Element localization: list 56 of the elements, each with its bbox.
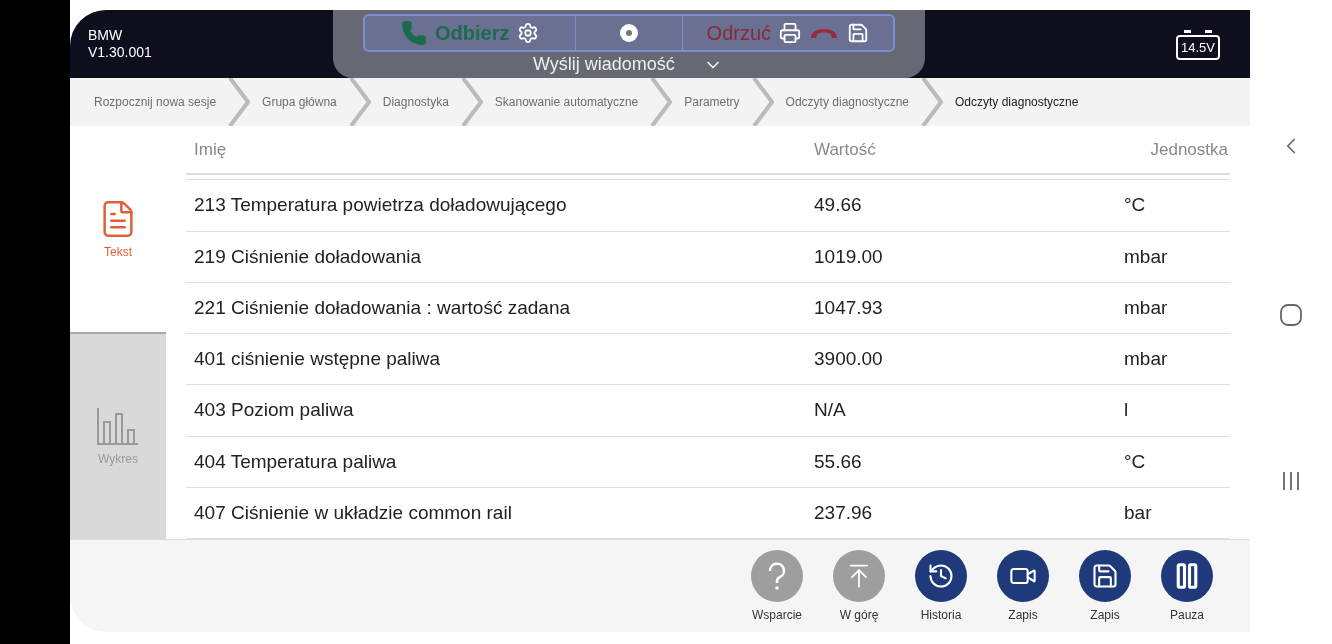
bar-chart-icon xyxy=(96,406,140,447)
table-cell-text: 404 Temperatura paliwa xyxy=(193,450,398,473)
table-cell-text: °C xyxy=(1123,194,1147,217)
table-cell-text: mbar xyxy=(1123,296,1169,319)
toolbar-button[interactable]: Zapis xyxy=(1064,540,1146,632)
home-icon[interactable] xyxy=(1280,304,1302,326)
toolbar-button[interactable]: Pauza xyxy=(1146,540,1228,632)
table-cell-text: 237.96 xyxy=(813,501,874,524)
table-cell-text: mbar xyxy=(1123,245,1169,268)
table-cell-text: 403 Poziom paliwa xyxy=(193,399,355,422)
table-cell-text: mbar xyxy=(1123,348,1169,371)
chevron-icon xyxy=(228,78,251,126)
table-cell-text: 49.66 xyxy=(813,194,863,217)
table-cell-text: 213 Temperatura powietrza doładowującego xyxy=(193,194,568,217)
table-cell-text: 407 Ciśnienie w układzie common rail xyxy=(193,501,513,524)
table-cell-text: bar xyxy=(1123,501,1153,524)
printer-icon[interactable] xyxy=(779,22,802,44)
column-header: Imię xyxy=(193,139,228,160)
chevron-icon xyxy=(348,78,371,126)
record-icon[interactable] xyxy=(619,23,639,43)
recent-apps-icon[interactable] xyxy=(1282,471,1300,492)
tab-label: Wykres xyxy=(98,452,138,467)
hang-up-icon xyxy=(809,26,840,40)
settings-icon[interactable] xyxy=(517,22,540,44)
chevron-icon xyxy=(650,78,673,126)
save-icon xyxy=(1091,562,1119,590)
breadcrumb-item[interactable]: Diagnostyka xyxy=(376,95,455,109)
toolbar-button[interactable]: Historia xyxy=(900,540,982,632)
phone-icon xyxy=(400,20,427,46)
table-cell-text: 3900.00 xyxy=(813,348,884,371)
breadcrumb-item[interactable]: Grupa główna xyxy=(256,95,343,109)
app-version: BMW V1.30.001 xyxy=(88,27,152,61)
breadcrumb-item[interactable]: Odczyty diagnostyczne xyxy=(949,95,1085,109)
breadcrumb-item[interactable]: Rozpocznij nowa sesje xyxy=(88,95,223,109)
column-header: Jednostka xyxy=(1149,139,1229,160)
breadcrumb-item[interactable]: Skanowanie automatyczne xyxy=(488,95,645,109)
table-cell-text: l xyxy=(1123,399,1130,422)
chevron-icon xyxy=(751,78,774,126)
toolbar-button[interactable]: Zapis xyxy=(982,540,1064,632)
chevron-icon xyxy=(460,78,483,126)
table-cell-text: 1047.93 xyxy=(813,296,884,319)
table-cell-text: 1019.00 xyxy=(813,245,884,268)
chevron-icon xyxy=(921,78,943,126)
breadcrumb-item[interactable]: Odczyty diagnostyczne xyxy=(779,95,915,109)
column-header: Wartość xyxy=(813,139,877,160)
table-cell-text: N/A xyxy=(813,399,847,422)
breadcrumb-item[interactable]: Parametry xyxy=(678,95,746,109)
send-message-label[interactable]: Wyślij wiadomość xyxy=(533,53,675,75)
history-icon xyxy=(927,562,955,590)
table-cell-text: 221 Ciśnienie doładowania : wartość zadana xyxy=(193,296,572,319)
table-cell-text: 401 ciśnienie wstępne paliwa xyxy=(193,348,442,371)
save-icon[interactable] xyxy=(847,22,870,44)
table-cell-text: 219 Ciśnienie doładowania xyxy=(193,245,423,268)
tab-label: Tekst xyxy=(104,244,132,259)
table-cell-text: 55.66 xyxy=(813,450,863,473)
table-cell-text: °C xyxy=(1123,450,1147,473)
